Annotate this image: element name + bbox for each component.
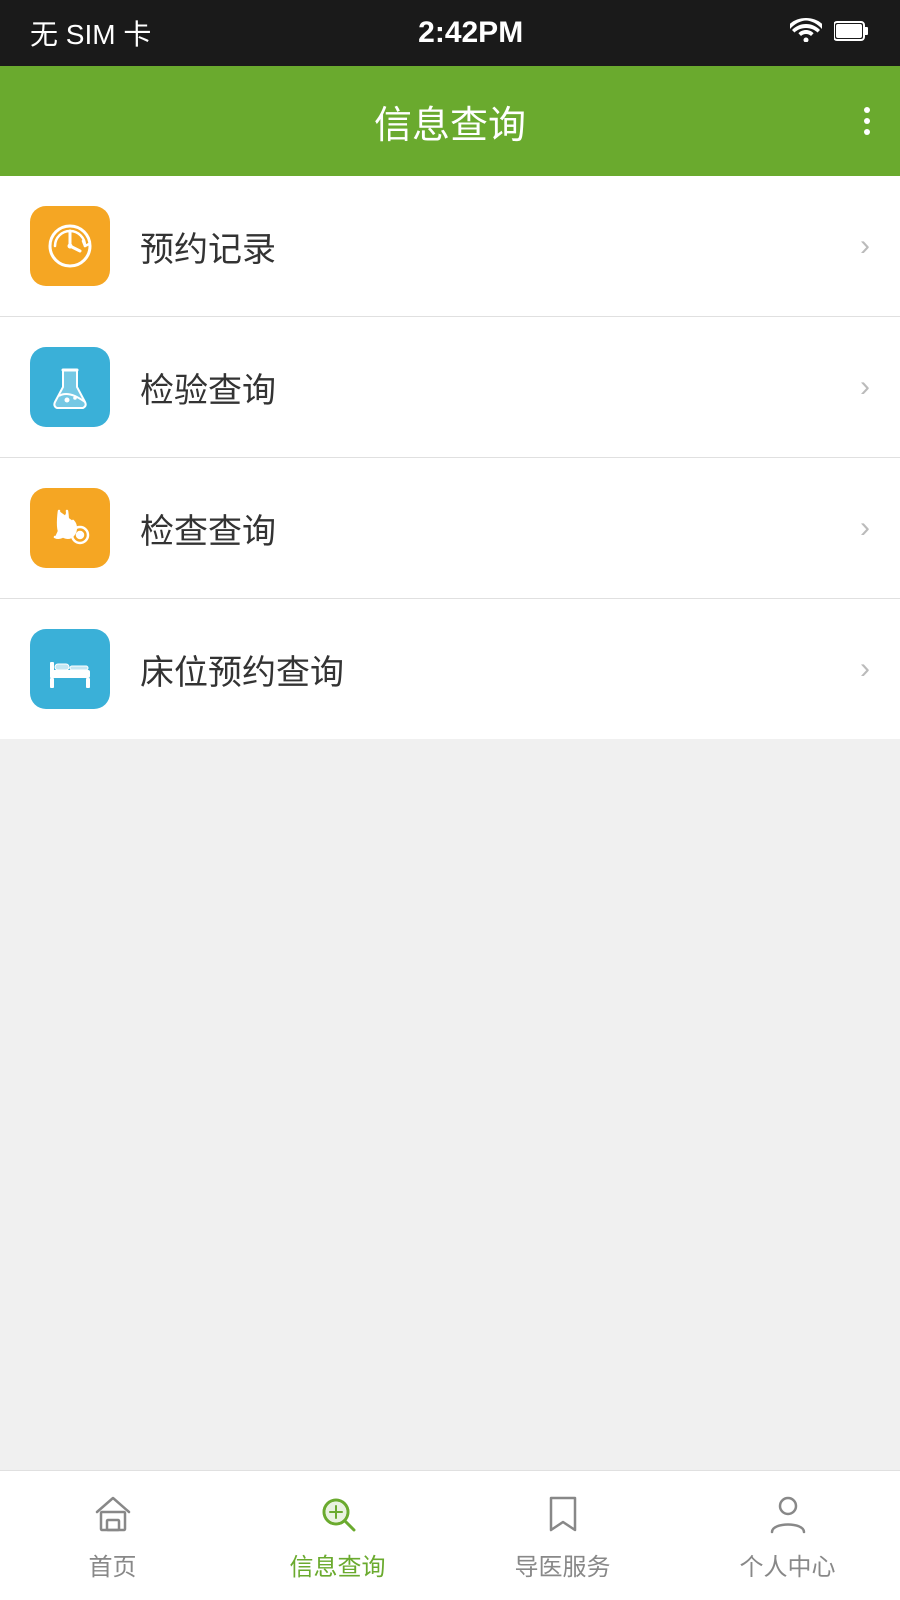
list-item-bed[interactable]: 床位预约查询 ›	[0, 599, 900, 739]
bed-arrow: ›	[860, 652, 870, 686]
header-title: 信息查询	[374, 94, 526, 149]
list-item-lab[interactable]: 检验查询 ›	[0, 317, 900, 458]
nav-item-home[interactable]: 首页	[0, 1471, 225, 1600]
list-item-appointment[interactable]: 预约记录 ›	[0, 176, 900, 317]
user-icon	[763, 1489, 813, 1539]
flask-icon	[45, 362, 95, 412]
list-item-exam[interactable]: 检查查询 ›	[0, 458, 900, 599]
status-icons	[790, 17, 870, 49]
nav-item-info[interactable]: 信息查询	[225, 1471, 450, 1600]
clock-icon	[45, 221, 95, 271]
status-bar: 无 SIM 卡 2:42PM	[0, 0, 900, 66]
dot3	[864, 129, 870, 135]
nav-label-home: 首页	[89, 1547, 137, 1582]
dot2	[864, 118, 870, 124]
nav-item-guide[interactable]: 导医服务	[450, 1471, 675, 1600]
empty-content-area	[0, 739, 900, 1579]
exam-icon-bg	[30, 488, 110, 568]
time-text: 2:42PM	[418, 16, 523, 50]
bed-label: 床位预约查询	[140, 645, 860, 694]
lab-arrow: ›	[860, 370, 870, 404]
lab-label: 检验查询	[140, 363, 860, 412]
bed-icon-bg	[30, 629, 110, 709]
appointment-label: 预约记录	[140, 222, 860, 271]
more-button[interactable]	[864, 107, 870, 135]
appointment-arrow: ›	[860, 229, 870, 263]
search-icon	[313, 1489, 363, 1539]
header: 信息查询	[0, 66, 900, 176]
exam-label: 检查查询	[140, 504, 860, 553]
exam-arrow: ›	[860, 511, 870, 545]
bed-icon	[45, 644, 95, 694]
appointment-icon-bg	[30, 206, 110, 286]
bookmark-icon	[538, 1489, 588, 1539]
nav-label-profile: 个人中心	[740, 1547, 836, 1582]
lab-icon-bg	[30, 347, 110, 427]
carrier-text: 无 SIM 卡	[30, 13, 151, 53]
home-icon	[88, 1489, 138, 1539]
nav-label-guide: 导医服务	[515, 1547, 611, 1582]
menu-list: 预约记录 › 检验查询 › 检查查询 ›	[0, 176, 900, 739]
battery-icon	[834, 17, 870, 49]
wifi-icon	[790, 17, 822, 49]
nav-item-profile[interactable]: 个人中心	[675, 1471, 900, 1600]
nav-label-info: 信息查询	[290, 1547, 386, 1582]
bottom-navigation: 首页 信息查询 导医服务	[0, 1470, 900, 1600]
stethoscope-icon	[45, 503, 95, 553]
dot1	[864, 107, 870, 113]
